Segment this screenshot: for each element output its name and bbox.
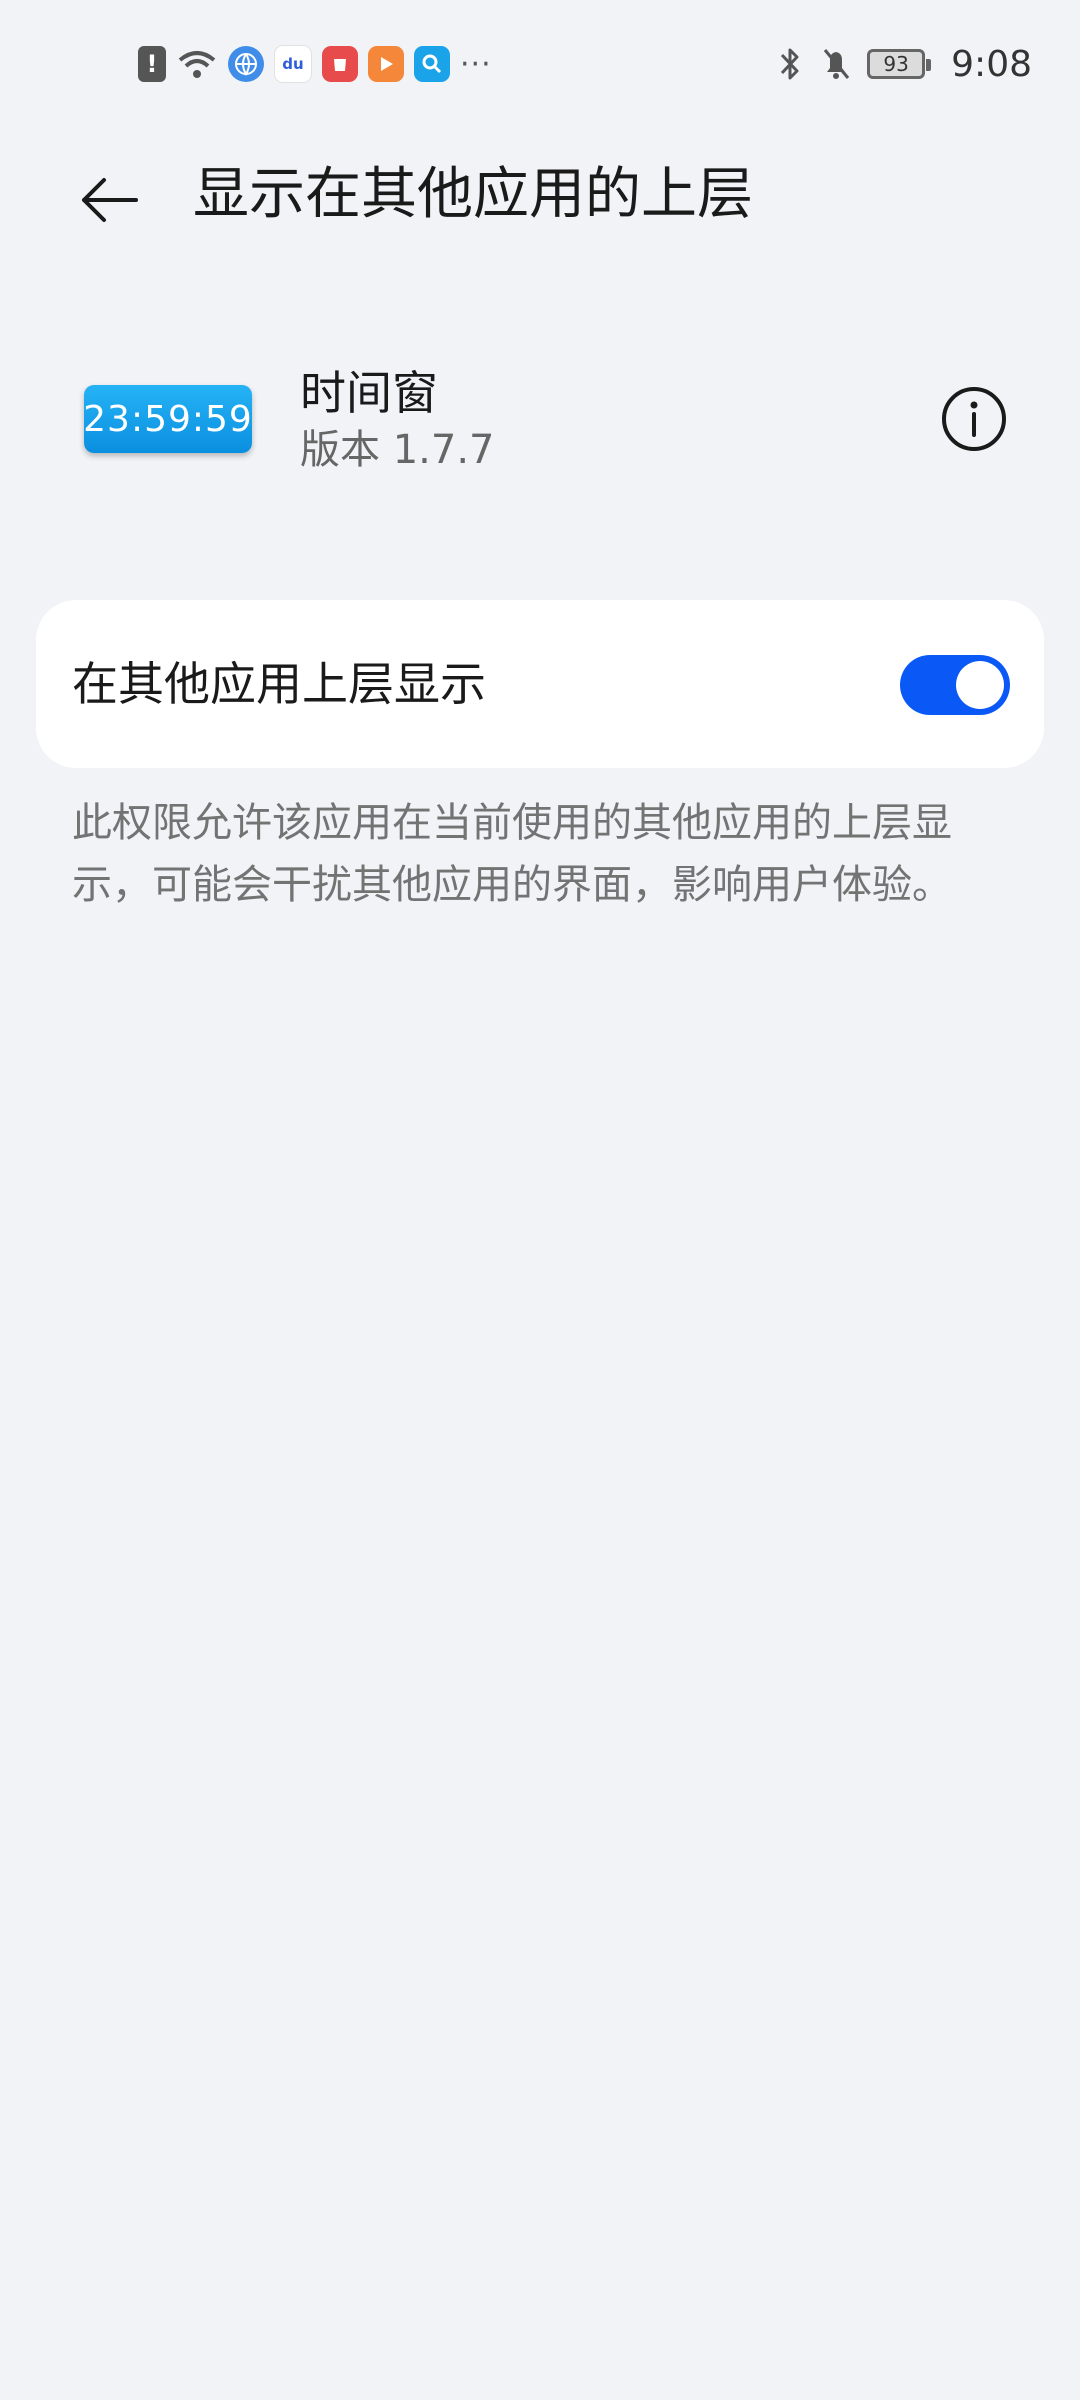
page-title: 显示在其他应用的上层 — [193, 162, 753, 227]
permission-description: 此权限允许该应用在当前使用的其他应用的上层显示，可能会干扰其他应用的界面，影响用… — [72, 800, 952, 908]
globe-app-icon — [228, 46, 264, 82]
toggle-knob — [956, 661, 1004, 709]
app-icon: 23:59:59 — [83, 385, 252, 453]
bluetooth-icon — [781, 48, 799, 80]
alert-icon: ! — [138, 46, 166, 82]
permission-card: 在其他应用上层显示 — [36, 600, 1044, 768]
app-name: 时间窗 — [300, 366, 438, 420]
screen: ! du ··· 93 9:08 显示在其他应用的上层 23:59:59 时间窗… — [0, 0, 1080, 2400]
info-icon — [942, 387, 1006, 451]
wifi-icon — [176, 46, 218, 82]
back-arrow-icon — [82, 178, 138, 222]
search-app-icon — [414, 46, 450, 82]
status-time: 9:08 — [951, 43, 1032, 85]
battery-icon: 93 — [867, 49, 932, 79]
more-notifications-icon: ··· — [460, 46, 492, 82]
app-info-row: 23:59:59 时间窗 版本 1.7.7 — [0, 355, 1080, 485]
baidu-app-icon: du — [274, 45, 312, 83]
permission-toggle[interactable] — [900, 655, 1010, 715]
video-app-icon — [368, 46, 404, 82]
header: 显示在其他应用的上层 — [0, 140, 1080, 250]
status-bar: ! du ··· 93 9:08 — [0, 0, 1080, 130]
permission-label: 在其他应用上层显示 — [72, 657, 486, 711]
app-version: 版本 1.7.7 — [300, 427, 495, 473]
app-info-button[interactable] — [940, 385, 1008, 453]
back-button[interactable] — [72, 164, 144, 236]
status-bar-system: 93 9:08 — [775, 40, 1032, 88]
huawei-app-icon — [322, 46, 358, 82]
status-bar-notifications: ! du ··· — [138, 44, 492, 84]
bell-off-icon — [823, 49, 850, 79]
